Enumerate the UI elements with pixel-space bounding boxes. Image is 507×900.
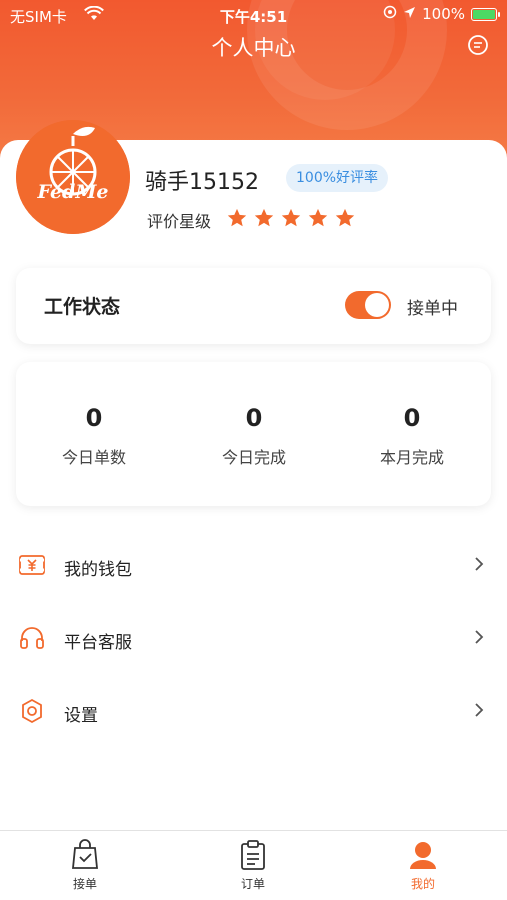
- tab-bar: 接单 订单 我的: [0, 830, 507, 900]
- tab-mine[interactable]: 我的: [383, 839, 463, 892]
- star-icon: [308, 208, 328, 227]
- stat-month-completed[interactable]: 0 本月完成: [342, 404, 482, 468]
- stats-card: 0 今日单数 0 今日完成 0 本月完成: [16, 362, 491, 506]
- chevron-right-icon: [473, 554, 485, 574]
- wallet-icon: [18, 552, 46, 578]
- star-icon: [335, 208, 355, 227]
- stat-label: 今日完成: [221, 448, 286, 467]
- gear-icon: [18, 698, 46, 724]
- star-rating: [226, 207, 356, 229]
- location-lock-icon: [383, 5, 397, 23]
- status-bar: 无SIM卡 下午4:51 100%: [0, 0, 507, 30]
- menu-item-settings[interactable]: 设置: [0, 686, 507, 736]
- work-status-label: 接单中: [407, 299, 458, 319]
- rating-badge: 100%好评率: [286, 164, 389, 192]
- tab-label: 我的: [410, 877, 435, 891]
- username: 骑手15152: [145, 170, 259, 195]
- chevron-right-icon: [473, 627, 485, 647]
- profile-panel: [0, 140, 507, 900]
- menu-item-wallet[interactable]: 我的钱包: [0, 540, 507, 590]
- stat-today-orders[interactable]: 0 今日单数: [24, 404, 164, 468]
- bag-icon: [72, 839, 98, 869]
- chevron-right-icon: [473, 700, 485, 720]
- page-title: 个人中心: [211, 36, 296, 60]
- work-status-card: 工作状态 接单中: [16, 268, 491, 344]
- fedme-logo-icon: FedMe: [16, 120, 130, 234]
- headset-icon: [18, 625, 46, 651]
- status-right: 100%: [383, 5, 500, 23]
- message-icon[interactable]: [467, 34, 489, 56]
- battery-percent: 100%: [422, 5, 465, 23]
- menu-item-support[interactable]: 平台客服: [0, 613, 507, 663]
- tab-label: 接单: [72, 877, 97, 891]
- star-rating-label: 评价星级: [147, 212, 212, 231]
- person-icon: [410, 842, 436, 869]
- star-icon: [227, 208, 247, 227]
- tab-label: 订单: [240, 877, 265, 891]
- star-icon: [254, 208, 274, 227]
- logo-text: FedMe: [37, 181, 109, 203]
- menu-item-label: 我的钱包: [64, 560, 132, 580]
- toggle-knob: [365, 293, 389, 317]
- work-status-toggle[interactable]: [345, 291, 391, 319]
- navigation-arrow-icon: [403, 5, 416, 23]
- stat-value: 0: [85, 404, 103, 432]
- menu-item-label: 设置: [64, 706, 98, 726]
- menu-item-label: 平台客服: [64, 633, 132, 653]
- work-status-title: 工作状态: [44, 296, 121, 318]
- tab-accept-orders[interactable]: 接单: [45, 839, 125, 892]
- stat-value: 0: [245, 404, 263, 432]
- stat-value: 0: [403, 404, 421, 432]
- clipboard-icon: [241, 840, 265, 870]
- tab-orders[interactable]: 订单: [213, 839, 293, 892]
- stat-label: 本月完成: [379, 448, 444, 467]
- star-icon: [281, 208, 301, 227]
- avatar: FedMe: [16, 120, 130, 234]
- battery-icon: [471, 7, 500, 21]
- stat-today-completed[interactable]: 0 今日完成: [184, 404, 324, 468]
- stat-label: 今日单数: [61, 448, 126, 467]
